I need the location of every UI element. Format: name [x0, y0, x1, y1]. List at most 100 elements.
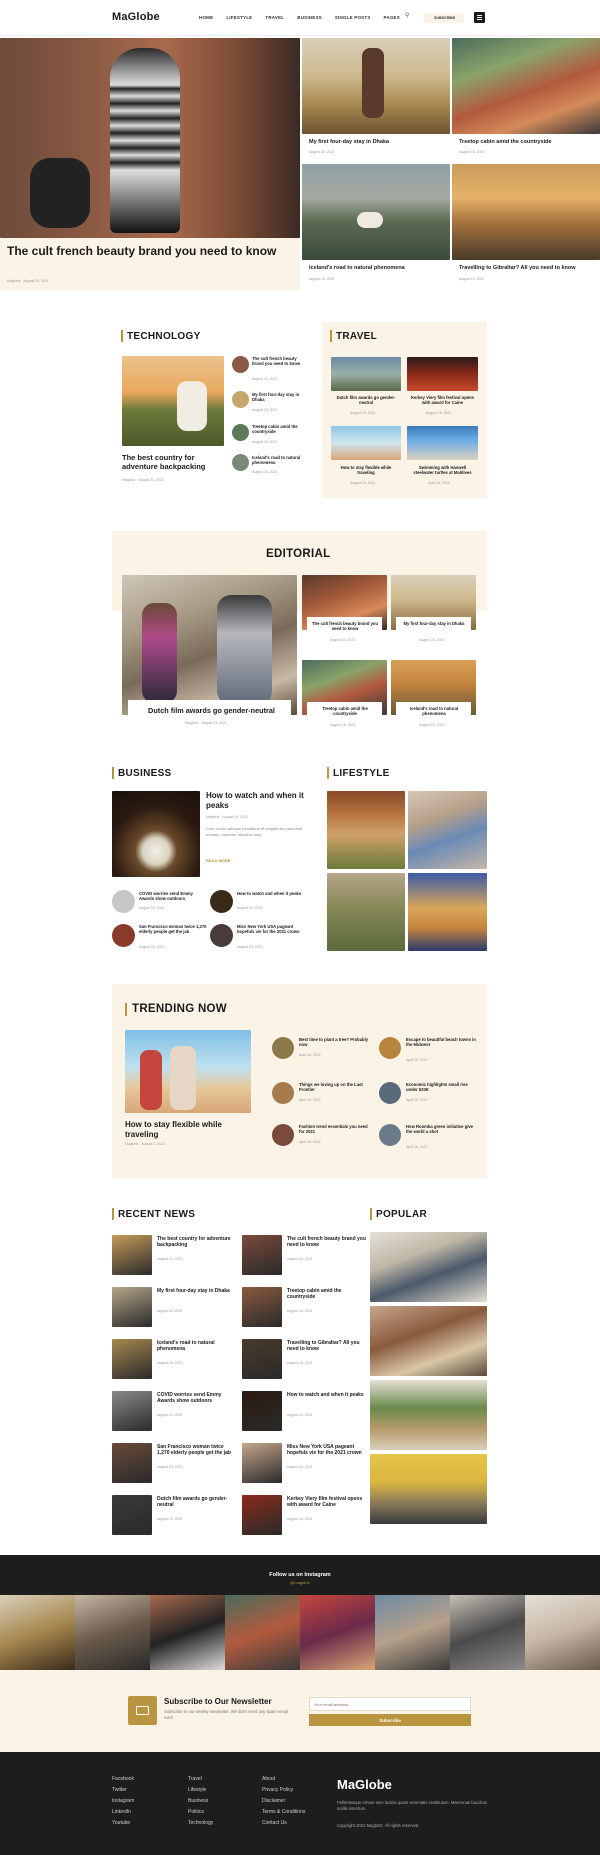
editorial-item-title-3[interactable]: Treetop cabin amid the countryside	[310, 706, 380, 717]
business-thumb-3[interactable]	[112, 924, 135, 947]
recent-news-thumb[interactable]	[242, 1443, 282, 1483]
subscribe-button[interactable]: SUBSCRIBE	[424, 13, 464, 23]
popular-image-3[interactable]	[370, 1380, 487, 1450]
editorial-main-image[interactable]	[122, 575, 297, 715]
instagram-photo[interactable]	[0, 1595, 75, 1670]
business-item-title-1[interactable]: COVID worries send Emmy Awards show outd…	[139, 891, 209, 902]
business-item-title-3[interactable]: San Francisco woman twice 1,270 elderly …	[139, 924, 209, 935]
recent-news-title[interactable]: Treetop cabin amid the countryside	[287, 1288, 367, 1301]
business-read-more[interactable]: READ MORE	[206, 858, 230, 863]
technology-main-image[interactable]	[122, 356, 224, 446]
footer-page-link[interactable]: Privacy Policy	[262, 1787, 293, 1793]
technology-item-title-4[interactable]: Iceland's road to natural phenomena	[252, 455, 302, 466]
newsletter-email-input[interactable]	[309, 1697, 471, 1711]
trending-thumb-5[interactable]	[272, 1124, 294, 1146]
recent-news-title[interactable]: The cult french beauty brand you need to…	[287, 1236, 367, 1249]
instagram-photo[interactable]	[525, 1595, 600, 1670]
instagram-photo[interactable]	[375, 1595, 450, 1670]
recent-news-title[interactable]: COVID worries send Emmy Awards show outd…	[157, 1392, 237, 1405]
footer-page-link[interactable]: Terms & Conditions	[262, 1809, 305, 1815]
footer-social-link[interactable]: Youtube	[112, 1820, 130, 1826]
footer-category-link[interactable]: Business	[188, 1798, 208, 1804]
recent-news-thumb[interactable]	[112, 1339, 152, 1379]
recent-news-title[interactable]: My first four-day stay in Dhaka	[157, 1288, 237, 1294]
nav-pages[interactable]: PAGES	[384, 15, 400, 20]
trending-item-title-4[interactable]: Economic highlights small rise under $20…	[406, 1082, 476, 1093]
footer-category-link[interactable]: Lifestyle	[188, 1787, 206, 1793]
trending-item-title-5[interactable]: Fashion trend essentials you need for 20…	[299, 1124, 369, 1135]
technology-thumb-3[interactable]	[232, 424, 249, 441]
travel-item-title-3[interactable]: How to stay flexible while traveling	[336, 465, 396, 476]
recent-news-thumb[interactable]	[242, 1235, 282, 1275]
instagram-photo[interactable]	[225, 1595, 300, 1670]
business-item-title-4[interactable]: Miss New York USA pageant hopefuls vie f…	[237, 924, 307, 935]
recent-news-title[interactable]: Iceland's road to natural phenomena	[157, 1340, 237, 1353]
recent-news-thumb[interactable]	[242, 1339, 282, 1379]
business-main-image[interactable]	[112, 791, 200, 877]
travel-item-title-2[interactable]: Kerkey Viery film festival opens with aw…	[410, 395, 475, 406]
technology-thumb-1[interactable]	[232, 356, 249, 373]
recent-news-title[interactable]: Travelling to Gibraltar? All you need to…	[287, 1340, 367, 1353]
footer-page-link[interactable]: About	[262, 1776, 275, 1782]
hero-card-title-3[interactable]: Iceland's road to natural phenomena	[309, 265, 444, 272]
nav-lifestyle[interactable]: LIFESTYLE	[226, 15, 252, 20]
trending-item-title-3[interactable]: Things we loving up on the Last Frontier	[299, 1082, 369, 1093]
menu-icon[interactable]	[474, 12, 485, 23]
popular-image-2[interactable]	[370, 1306, 487, 1376]
footer-social-link[interactable]: Twitter	[112, 1787, 127, 1793]
travel-item-title-4[interactable]: Swimming with Haswell steelwater turtles…	[410, 465, 475, 476]
technology-thumb-2[interactable]	[232, 391, 249, 408]
editorial-item-title-1[interactable]: The cult french beauty brand you need to…	[310, 621, 380, 632]
recent-news-title[interactable]: Kerkey Viery film festival opens with aw…	[287, 1496, 367, 1509]
lifestyle-image-3[interactable]	[327, 873, 405, 951]
trending-item-title-6[interactable]: How Roomba green initiative give the wor…	[406, 1124, 476, 1135]
technology-thumb-4[interactable]	[232, 454, 249, 471]
trending-item-title-1[interactable]: Best time to plant a tree? Probably now	[299, 1037, 369, 1048]
travel-image-2[interactable]	[407, 357, 478, 391]
footer-logo[interactable]: MaGlobe	[337, 1777, 392, 1793]
travel-item-title-1[interactable]: Dutch film awards go gender-neutral	[336, 395, 396, 406]
trending-thumb-1[interactable]	[272, 1037, 294, 1059]
footer-category-link[interactable]: Politics	[188, 1809, 204, 1815]
footer-category-link[interactable]: Travel	[188, 1776, 202, 1782]
newsletter-subscribe-button[interactable]: Subscribe	[309, 1714, 471, 1726]
recent-news-title[interactable]: San Francisco woman twice 1,270 elderly …	[157, 1444, 237, 1457]
hero-card-image-1[interactable]	[302, 38, 450, 134]
footer-page-link[interactable]: Contact Us	[262, 1820, 287, 1826]
instagram-handle[interactable]: @magbirtz	[0, 1580, 600, 1585]
hero-card-title-2[interactable]: Treetop cabin amid the countryside	[459, 139, 594, 146]
recent-news-title[interactable]: Dutch film awards go gender-neutral	[157, 1496, 237, 1509]
hero-card-image-4[interactable]	[452, 164, 600, 260]
footer-social-link[interactable]: LinkedIn	[112, 1809, 131, 1815]
lifestyle-image-2[interactable]	[408, 791, 487, 869]
footer-social-link[interactable]: Facebook	[112, 1776, 134, 1782]
recent-news-title[interactable]: The best country for adventure backpacki…	[157, 1236, 237, 1249]
travel-image-1[interactable]	[331, 357, 401, 391]
trending-main-title[interactable]: How to stay flexible while traveling	[125, 1120, 251, 1140]
footer-social-link[interactable]: Instagram	[112, 1798, 134, 1804]
recent-news-thumb[interactable]	[112, 1235, 152, 1275]
popular-image-1[interactable]	[370, 1232, 487, 1302]
trending-thumb-6[interactable]	[379, 1124, 401, 1146]
nav-single-posts[interactable]: SINGLE POSTS	[335, 15, 371, 20]
hero-card-image-2[interactable]	[452, 38, 600, 134]
recent-news-thumb[interactable]	[242, 1391, 282, 1431]
technology-main-title[interactable]: The best country for adventure backpacki…	[122, 453, 232, 472]
recent-news-thumb[interactable]	[112, 1443, 152, 1483]
travel-image-3[interactable]	[331, 426, 401, 460]
business-thumb-4[interactable]	[210, 924, 233, 947]
hero-main-title[interactable]: The cult french beauty brand you need to…	[7, 243, 277, 259]
instagram-photo[interactable]	[300, 1595, 375, 1670]
recent-news-thumb[interactable]	[112, 1287, 152, 1327]
nav-travel[interactable]: TRAVEL	[265, 15, 284, 20]
recent-news-thumb[interactable]	[242, 1287, 282, 1327]
hero-main-image[interactable]	[0, 38, 300, 238]
trending-thumb-2[interactable]	[379, 1037, 401, 1059]
lifestyle-image-4[interactable]	[408, 873, 487, 951]
instagram-photo[interactable]	[450, 1595, 525, 1670]
footer-page-link[interactable]: Disclaimer	[262, 1798, 285, 1804]
recent-news-title[interactable]: How to watch and when it peaks	[287, 1392, 367, 1398]
editorial-item-title-4[interactable]: Iceland's road to natural phenomena	[399, 706, 469, 717]
business-main-title[interactable]: How to watch and when it peaks	[206, 791, 306, 811]
footer-category-link[interactable]: Technology	[188, 1820, 213, 1826]
